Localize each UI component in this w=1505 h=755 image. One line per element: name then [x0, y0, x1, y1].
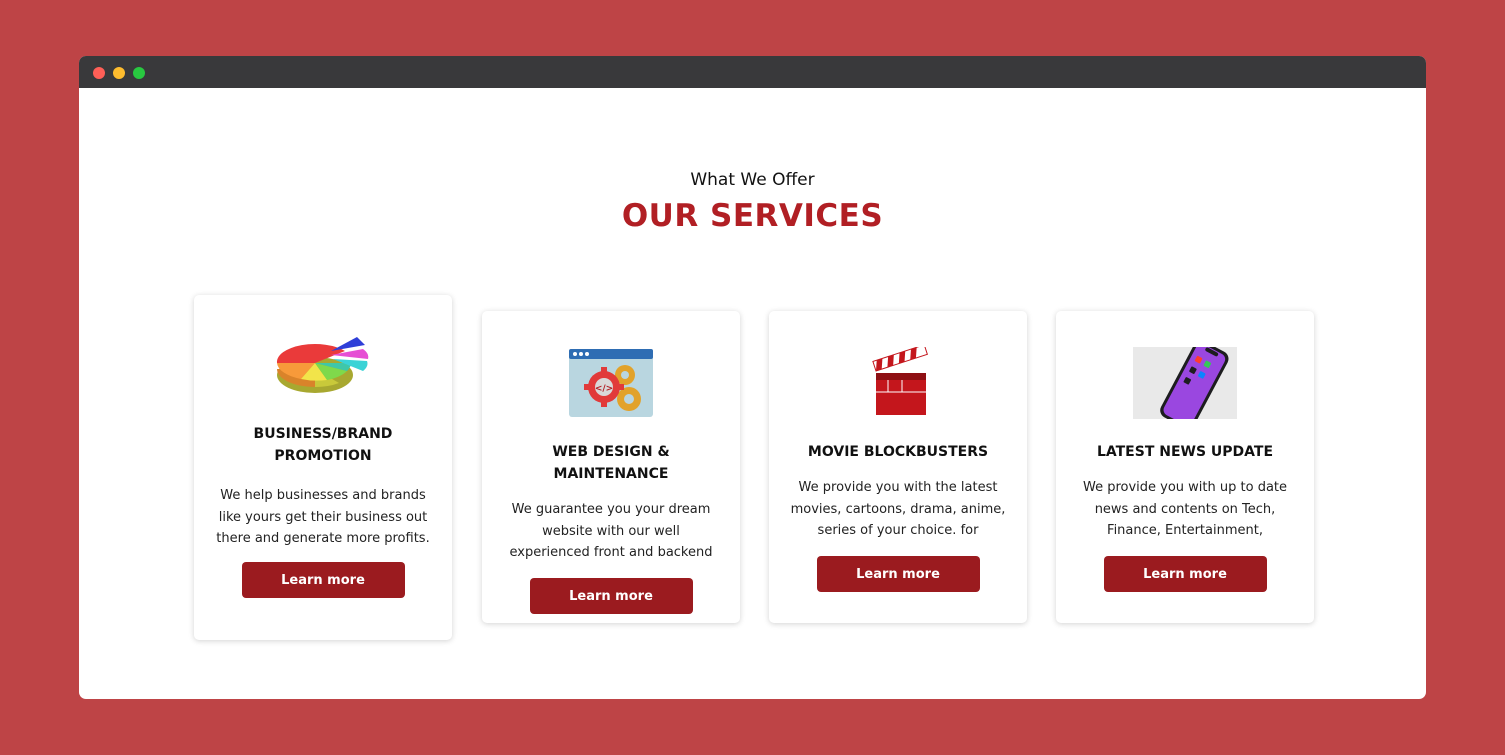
card-title: MOVIE BLOCKBUSTERS	[807, 444, 989, 460]
browser-window: What We Offer OUR SERVICES BUSINESS/BRAN…	[79, 56, 1426, 699]
service-card-movies: MOVIE BLOCKBUSTERS We provide you with t…	[769, 311, 1027, 623]
smartphone-icon	[1133, 347, 1237, 419]
maximize-window-button[interactable]	[133, 67, 145, 79]
window-titlebar	[79, 56, 1426, 88]
pie-chart-icon	[276, 337, 369, 393]
page-title: OUR SERVICES	[621, 198, 884, 234]
card-title: WEB DESIGN & MAINTENANCE	[552, 444, 670, 482]
web-design-gears-icon: </>	[569, 349, 653, 417]
service-card-business: BUSINESS/BRAND PROMOTION We help busines…	[194, 295, 452, 640]
section-kicker: What We Offer	[690, 170, 815, 190]
close-window-button[interactable]	[93, 67, 105, 79]
card-description: We provide you with up to date news and …	[1082, 480, 1288, 538]
service-card-web-design: </> WEB DESIGN & MAINTENANCE We guarante…	[482, 311, 740, 623]
card-description: We provide you with the latest movies, c…	[790, 480, 1006, 538]
card-description: We guarantee you your dream website with…	[509, 502, 713, 560]
svg-text:</>: </>	[595, 384, 613, 394]
clapperboard-icon	[872, 347, 928, 415]
learn-more-button[interactable]: Learn more	[816, 556, 980, 592]
learn-more-button[interactable]: Learn more	[529, 578, 693, 614]
card-title: BUSINESS/BRAND PROMOTION	[253, 426, 393, 464]
minimize-window-button[interactable]	[113, 67, 125, 79]
learn-more-button[interactable]: Learn more	[1103, 556, 1267, 592]
learn-more-button[interactable]: Learn more	[241, 562, 405, 598]
card-title: LATEST NEWS UPDATE	[1096, 444, 1274, 460]
service-card-news: LATEST NEWS UPDATE We provide you with u…	[1056, 311, 1314, 623]
card-description: We help businesses and brands like yours…	[216, 488, 430, 546]
